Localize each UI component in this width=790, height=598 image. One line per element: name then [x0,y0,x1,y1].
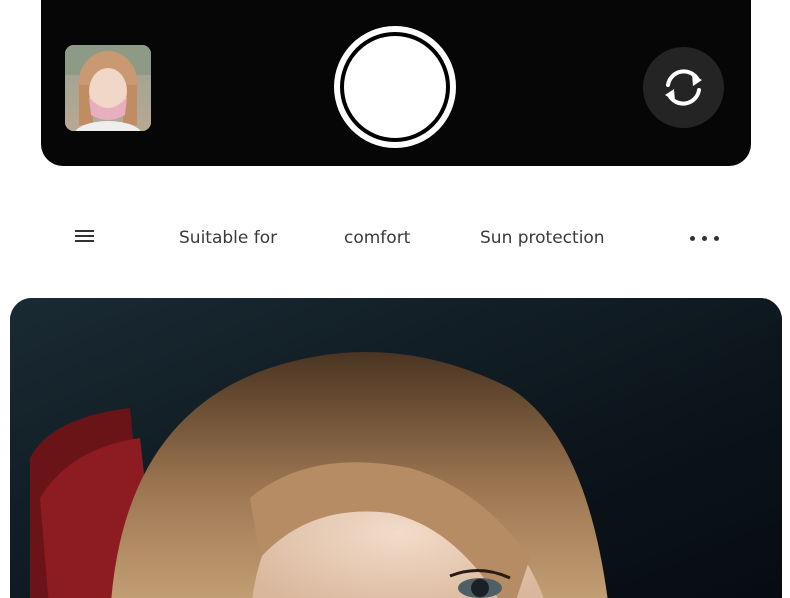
shutter-core [344,36,446,138]
tag-sun-protection[interactable]: Sun protection [480,226,605,250]
shutter-button[interactable] [334,26,456,148]
camera-page: Suitable for comfort Sun protection [0,0,790,598]
preview-photo [10,298,782,598]
gallery-thumbnail[interactable] [65,45,151,131]
flip-camera-button[interactable] [643,47,724,128]
tag-comfort[interactable]: comfort [344,226,410,250]
menu-icon[interactable] [75,230,94,244]
tag-suitable-for[interactable]: Suitable for [179,226,277,250]
preview-photo-image [10,298,782,598]
thumbnail-photo [65,45,151,131]
more-icon[interactable] [690,236,720,242]
flip-camera-icon [665,69,702,106]
